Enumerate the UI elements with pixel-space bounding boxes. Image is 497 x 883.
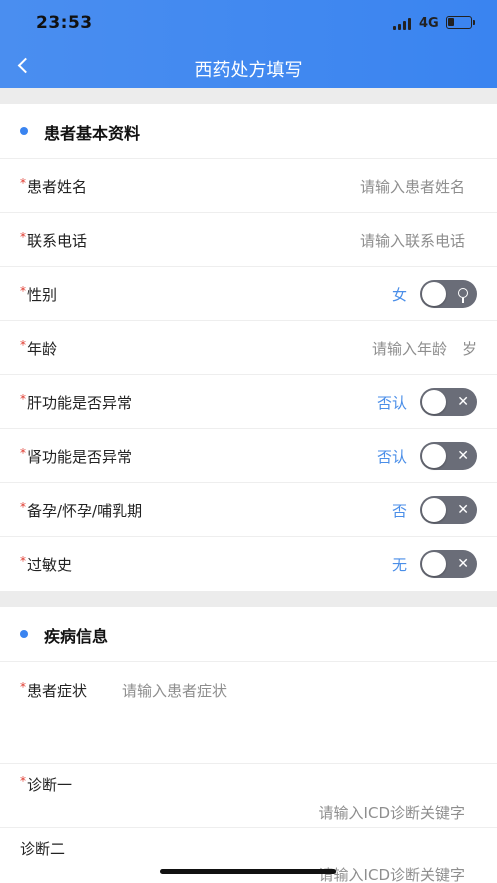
- pregnancy-toggle[interactable]: ✕: [420, 496, 477, 524]
- label-age: *年龄: [20, 338, 58, 358]
- gender-value: 女: [391, 286, 407, 304]
- label-kidney: *肾功能是否异常: [20, 446, 133, 466]
- toggle-knob: [422, 444, 446, 468]
- allergy-toggle[interactable]: ✕: [420, 550, 477, 578]
- label-symptom: *患者症状: [20, 680, 88, 700]
- row-patient-name[interactable]: *患者姓名 请输入患者姓名: [0, 158, 497, 212]
- required-mark: *: [20, 392, 26, 406]
- section-dot-icon: [20, 127, 28, 135]
- status-bar: 23:53 4G: [0, 0, 497, 40]
- row-liver: *肝功能是否异常 否认 ✕: [0, 374, 497, 428]
- close-icon: ✕: [457, 394, 469, 410]
- phone-input[interactable]: 请输入联系电话: [360, 230, 465, 251]
- row-diagnosis-1[interactable]: *诊断一 请输入ICD诊断关键字: [0, 763, 497, 827]
- row-pregnancy: *备孕/怀孕/哺乳期 否 ✕: [0, 482, 497, 536]
- female-icon: [458, 288, 468, 303]
- signal-icon: [393, 18, 413, 30]
- required-mark: *: [20, 230, 26, 244]
- required-mark: *: [20, 680, 26, 694]
- close-icon: ✕: [457, 448, 469, 464]
- section-header-patient: 患者基本资料: [0, 104, 497, 158]
- page-title: 西药处方填写: [194, 60, 303, 81]
- status-time: 23:53: [36, 13, 93, 33]
- label-gender: *性别: [20, 284, 58, 304]
- toggle-knob: [422, 552, 446, 576]
- liver-toggle[interactable]: ✕: [420, 388, 477, 416]
- gender-toggle[interactable]: [420, 280, 477, 308]
- row-age[interactable]: *年龄 请输入年龄 岁: [0, 320, 497, 374]
- disease-info-card: 疾病信息 *患者症状 请输入患者症状 *诊断一 请输入ICD诊断关键字 诊断二 …: [0, 607, 497, 883]
- diagnosis-1-input[interactable]: 请输入ICD诊断关键字: [319, 802, 465, 823]
- allergy-value: 无: [391, 556, 407, 574]
- age-input[interactable]: 请输入年龄: [372, 338, 447, 359]
- label-liver: *肝功能是否异常: [20, 392, 133, 412]
- symptom-textarea[interactable]: 请输入患者症状: [122, 680, 227, 701]
- network-type: 4G: [419, 16, 439, 31]
- row-phone[interactable]: *联系电话 请输入联系电话: [0, 212, 497, 266]
- patient-name-input[interactable]: 请输入患者姓名: [360, 176, 465, 197]
- label-phone: *联系电话: [20, 230, 88, 250]
- battery-icon: [446, 16, 472, 29]
- label-diagnosis-1: *诊断一: [20, 774, 73, 794]
- section-title-patient: 患者基本资料: [44, 124, 141, 143]
- diagnosis-2-input[interactable]: 请输入ICD诊断关键字: [319, 864, 465, 883]
- close-icon: ✕: [457, 556, 469, 572]
- app-header: 23:53 4G 西药处方填写: [0, 0, 497, 88]
- required-mark: *: [20, 446, 26, 460]
- label-patient-name: *患者姓名: [20, 176, 88, 196]
- battery-tip: [473, 20, 475, 25]
- section-title-disease: 疾病信息: [44, 627, 109, 646]
- section-dot-icon: [20, 630, 28, 638]
- label-pregnancy: *备孕/怀孕/哺乳期: [20, 500, 143, 520]
- liver-value: 否认: [376, 394, 407, 412]
- kidney-toggle[interactable]: ✕: [420, 442, 477, 470]
- required-mark: *: [20, 554, 26, 568]
- toggle-knob: [422, 498, 446, 522]
- close-icon: ✕: [457, 502, 469, 518]
- row-allergy: *过敏史 无 ✕: [0, 536, 497, 590]
- toggle-knob: [422, 390, 446, 414]
- required-mark: *: [20, 338, 26, 352]
- patient-info-card: 患者基本资料 *患者姓名 请输入患者姓名 *联系电话 请输入联系电话 *性别 女…: [0, 104, 497, 591]
- pregnancy-value: 否: [391, 502, 407, 520]
- required-mark: *: [20, 284, 26, 298]
- row-diagnosis-2[interactable]: 诊断二 请输入ICD诊断关键字: [0, 827, 497, 883]
- required-mark: *: [20, 500, 26, 514]
- row-gender: *性别 女: [0, 266, 497, 320]
- label-diagnosis-2: 诊断二: [20, 840, 66, 858]
- required-mark: *: [20, 176, 26, 190]
- label-allergy: *过敏史: [20, 554, 73, 574]
- section-header-disease: 疾病信息: [0, 607, 497, 661]
- toggle-knob: [422, 282, 446, 306]
- kidney-value: 否认: [376, 448, 407, 466]
- age-unit: 岁: [461, 340, 477, 358]
- row-symptom[interactable]: *患者症状 请输入患者症状: [0, 661, 497, 767]
- required-mark: *: [20, 774, 26, 788]
- row-kidney: *肾功能是否异常 否认 ✕: [0, 428, 497, 482]
- home-indicator: [160, 869, 336, 874]
